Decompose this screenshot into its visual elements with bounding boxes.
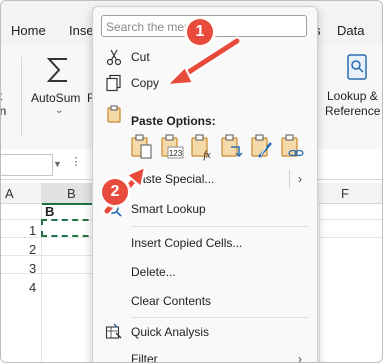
step-badge-1: 1 <box>187 19 213 45</box>
annotation-arrows <box>102 36 242 216</box>
excel-window: Home Inse s Data t on AutoSum ⌄ F Lookup… <box>0 0 383 363</box>
step-badge-2: 2 <box>102 179 128 205</box>
arrow-1-shaft <box>178 38 240 80</box>
